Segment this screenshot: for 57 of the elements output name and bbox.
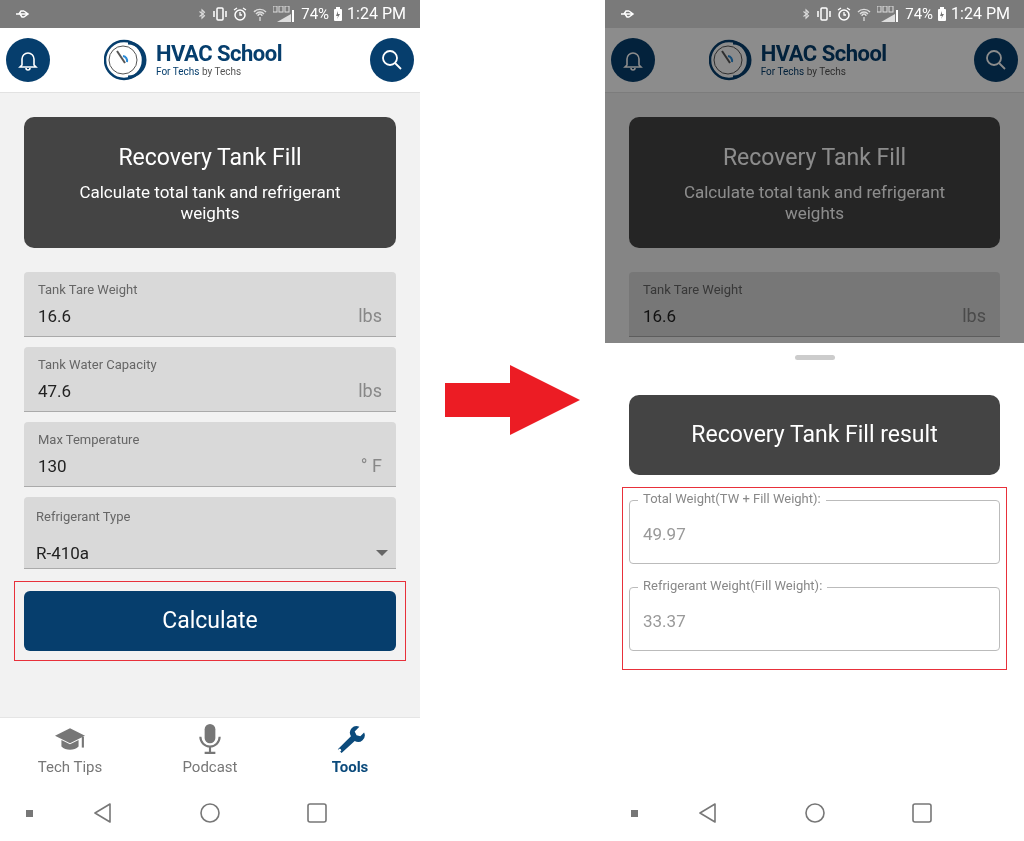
battery-icon	[937, 7, 948, 21]
signal-icon	[273, 6, 296, 22]
tool-description: Calculate total tank and refrigerant weights	[682, 181, 947, 224]
back-button[interactable]	[698, 803, 717, 823]
recents-button[interactable]	[307, 803, 327, 823]
dropdown-field[interactable]: Refrigerant Type R-410a	[24, 497, 396, 569]
app-title: HVAC School	[760, 43, 887, 65]
input-field[interactable]: Max Temperature 130 ° F	[24, 422, 396, 487]
alarm-icon	[837, 7, 852, 21]
wifi-icon	[253, 7, 268, 21]
nav-tab[interactable]: Tools	[280, 718, 420, 785]
bluetooth-icon	[801, 7, 812, 21]
status-time: 1:24 PM	[951, 3, 1010, 25]
status-time: 1:24 PM	[347, 3, 406, 25]
input-field[interactable]: Tank Tare Weight 16.6 lbs	[24, 272, 396, 337]
dropdown-caret-icon	[376, 550, 388, 557]
search-icon	[381, 49, 403, 71]
bell-icon	[622, 49, 644, 71]
usb-icon	[619, 8, 635, 20]
tool-title: Recovery Tank Fill	[722, 143, 907, 174]
search-button[interactable]	[370, 38, 414, 82]
app-title: HVAC School	[156, 43, 283, 65]
nav-tab[interactable]: Podcast	[140, 718, 280, 785]
nav-tab[interactable]: Tech Tips	[0, 718, 140, 785]
tool-title: Recovery Tank Fill	[118, 143, 302, 174]
battery-percent: 74%	[301, 3, 330, 25]
gauge-logo-icon	[708, 38, 753, 82]
back-button[interactable]	[93, 803, 112, 823]
input-field[interactable]: Tank Water Capacity 47.6 lbs	[24, 347, 396, 412]
usb-icon	[14, 8, 30, 20]
signal-icon	[877, 6, 900, 22]
search-button[interactable]	[973, 38, 1018, 82]
arrow-icon	[445, 365, 580, 435]
wrench-icon	[335, 724, 365, 754]
notifications-button[interactable]	[6, 38, 50, 82]
battery-icon	[333, 7, 344, 21]
home-button[interactable]	[805, 803, 825, 823]
search-icon	[984, 49, 1007, 71]
alarm-icon	[233, 7, 248, 21]
battery-percent: 74%	[905, 3, 934, 25]
recents-button[interactable]	[912, 803, 932, 823]
bell-icon	[17, 49, 39, 71]
bluetooth-icon	[197, 7, 208, 21]
vibrate-icon	[817, 7, 832, 21]
notifications-button[interactable]	[611, 38, 655, 82]
tool-description: Calculate total tank and refrigerant weights	[78, 181, 342, 224]
vibrate-icon	[213, 7, 228, 21]
home-button[interactable]	[200, 803, 220, 823]
tagline: For Techs by Techs	[156, 67, 243, 77]
drag-handle[interactable]	[794, 355, 835, 360]
field-legend: Total Weight(TW + Fill Weight):	[638, 491, 826, 507]
wifi-icon	[857, 7, 872, 21]
calculate-button[interactable]: Calculate	[24, 591, 396, 651]
gauge-logo-icon	[104, 38, 148, 82]
result-title: Recovery Tank Fill result	[691, 419, 938, 450]
tagline: For Techs by Techs	[760, 67, 847, 77]
field-legend: Refrigerant Weight(Fill Weight):	[638, 578, 828, 594]
